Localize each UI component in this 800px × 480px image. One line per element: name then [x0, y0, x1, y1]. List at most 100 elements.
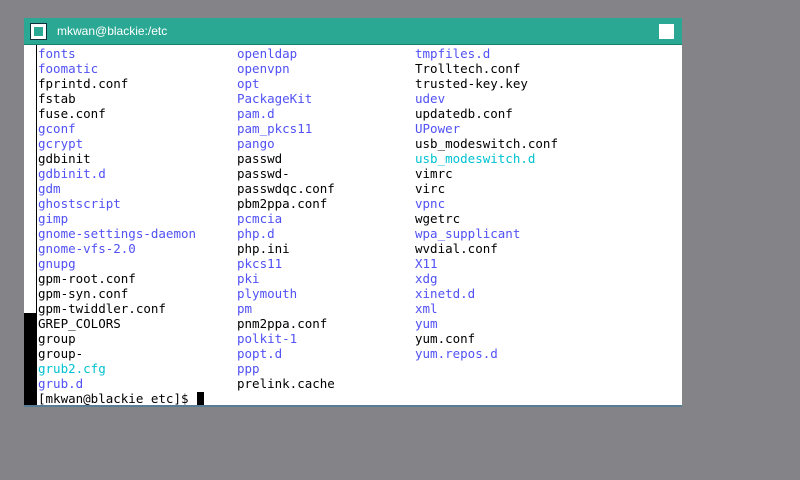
file-entry: grub2.cfg [38, 361, 237, 376]
file-entry: GREP_COLORS [38, 316, 237, 331]
listing-row: gimppcmciawgetrc [38, 211, 682, 226]
file-entry: polkit-1 [237, 331, 415, 346]
file-entry: xml [415, 301, 682, 316]
file-entry: gnome-settings-daemon [38, 226, 237, 241]
file-entry: updatedb.conf [415, 106, 682, 121]
file-entry: udev [415, 91, 682, 106]
listing-row: fontsopenldaptmpfiles.d [38, 46, 682, 61]
file-entry: openvpn [237, 61, 415, 76]
file-entry: php.d [237, 226, 415, 241]
file-entry: tmpfiles.d [415, 46, 682, 61]
file-entry: yum.conf [415, 331, 682, 346]
listing-row: gnome-settings-daemonphp.dwpa_supplicant [38, 226, 682, 241]
listing-row: gnupgpkcs11X11 [38, 256, 682, 271]
file-entry: trusted-key.key [415, 76, 682, 91]
file-entry: php.ini [237, 241, 415, 256]
window-titlebar[interactable]: mkwan@blackie:/etc [24, 18, 682, 45]
empty-cell [415, 376, 682, 391]
file-entry: group- [38, 346, 237, 361]
maximize-button[interactable] [659, 24, 674, 39]
file-entry: yum.repos.d [415, 346, 682, 361]
file-entry: wvdial.conf [415, 241, 682, 256]
listing-row: grub.dprelink.cache [38, 376, 682, 391]
file-entry: pcmcia [237, 211, 415, 226]
file-entry: gnome-vfs-2.0 [38, 241, 237, 256]
file-entry: pam.d [237, 106, 415, 121]
file-entry: usb_modeswitch.conf [415, 136, 682, 151]
file-entry: virc [415, 181, 682, 196]
file-listing: fontsopenldaptmpfiles.dfoomaticopenvpnTr… [38, 46, 682, 391]
listing-row: foomaticopenvpnTrolltech.conf [38, 61, 682, 76]
file-entry: yum [415, 316, 682, 331]
listing-row: fuse.confpam.dupdatedb.conf [38, 106, 682, 121]
terminal-output[interactable]: fontsopenldaptmpfiles.dfoomaticopenvpnTr… [37, 45, 682, 405]
file-entry: gpm-syn.conf [38, 286, 237, 301]
file-entry: PackageKit [237, 91, 415, 106]
file-entry: fprintd.conf [38, 76, 237, 91]
listing-row: gdbinit.dpasswd-vimrc [38, 166, 682, 181]
file-entry: UPower [415, 121, 682, 136]
file-entry: opt [237, 76, 415, 91]
listing-row: GREP_COLORSpnm2ppa.confyum [38, 316, 682, 331]
file-entry: group [38, 331, 237, 346]
file-entry: gimp [38, 211, 237, 226]
file-entry: vimrc [415, 166, 682, 181]
listing-row: grub2.cfgppp [38, 361, 682, 376]
file-entry: pki [237, 271, 415, 286]
scrollbar[interactable] [24, 45, 37, 405]
listing-row: grouppolkit-1yum.conf [38, 331, 682, 346]
file-entry: passwd [237, 151, 415, 166]
file-entry: gnupg [38, 256, 237, 271]
listing-row: gdmpasswdqc.confvirc [38, 181, 682, 196]
file-entry: passwd- [237, 166, 415, 181]
file-entry: fstab [38, 91, 237, 106]
file-entry: pango [237, 136, 415, 151]
file-entry: gcrypt [38, 136, 237, 151]
file-entry: popt.d [237, 346, 415, 361]
terminal-screen[interactable]: fontsopenldaptmpfiles.dfoomaticopenvpnTr… [24, 45, 682, 407]
file-entry: fonts [38, 46, 237, 61]
file-entry: xdg [415, 271, 682, 286]
prompt-text: [mkwan@blackie etc]$ [38, 391, 196, 406]
file-entry: gdm [38, 181, 237, 196]
file-entry: pkcs11 [237, 256, 415, 271]
listing-row: ghostscriptpbm2ppa.confvpnc [38, 196, 682, 211]
file-entry: foomatic [38, 61, 237, 76]
listing-row: gpm-syn.confplymouthxinetd.d [38, 286, 682, 301]
file-entry: usb_modeswitch.d [415, 151, 682, 166]
file-entry: gconf [38, 121, 237, 136]
file-entry: openldap [237, 46, 415, 61]
file-entry: pnm2ppa.conf [237, 316, 415, 331]
file-entry: pm [237, 301, 415, 316]
listing-row: gnome-vfs-2.0php.iniwvdial.conf [38, 241, 682, 256]
file-entry: passwdqc.conf [237, 181, 415, 196]
file-entry: fuse.conf [38, 106, 237, 121]
terminal-cursor [197, 392, 204, 405]
file-entry: vpnc [415, 196, 682, 211]
file-entry: wpa_supplicant [415, 226, 682, 241]
file-entry: prelink.cache [237, 376, 415, 391]
listing-row: gcryptpangousb_modeswitch.conf [38, 136, 682, 151]
listing-row: gconfpam_pkcs11UPower [38, 121, 682, 136]
terminal-window: mkwan@blackie:/etc fontsopenldaptmpfiles… [24, 18, 682, 407]
file-entry: gpm-root.conf [38, 271, 237, 286]
file-entry: gdbinit.d [38, 166, 237, 181]
listing-row: gpm-twiddler.confpmxml [38, 301, 682, 316]
window-menu-icon[interactable] [30, 23, 47, 40]
file-entry: gpm-twiddler.conf [38, 301, 237, 316]
prompt-line: [mkwan@blackie etc]$ [38, 391, 682, 406]
file-entry: grub.d [38, 376, 237, 391]
file-entry: Trolltech.conf [415, 61, 682, 76]
scrollbar-thumb[interactable] [24, 313, 36, 405]
listing-row: fprintd.confopttrusted-key.key [38, 76, 682, 91]
listing-row: gdbinitpasswdusb_modeswitch.d [38, 151, 682, 166]
file-entry: ppp [237, 361, 415, 376]
file-entry: pbm2ppa.conf [237, 196, 415, 211]
file-entry: plymouth [237, 286, 415, 301]
listing-row: fstabPackageKitudev [38, 91, 682, 106]
file-entry: ghostscript [38, 196, 237, 211]
file-entry: gdbinit [38, 151, 237, 166]
file-entry: wgetrc [415, 211, 682, 226]
listing-row: group-popt.dyum.repos.d [38, 346, 682, 361]
file-entry: pam_pkcs11 [237, 121, 415, 136]
